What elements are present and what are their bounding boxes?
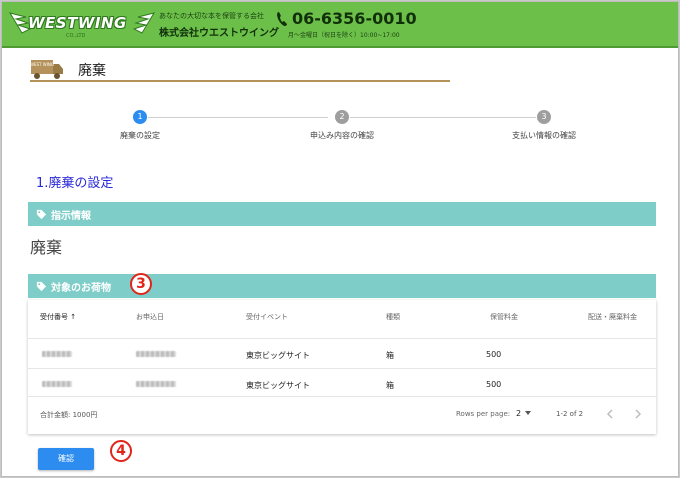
pagination-range: 1-2 of 2 <box>556 410 583 418</box>
cell-storage-fee: 500 <box>486 380 501 389</box>
annotation-4: 4 <box>110 440 132 462</box>
column-header-storage-fee[interactable]: 保管料金 <box>490 312 518 322</box>
cell-event: 東京ビッグサイト <box>246 350 310 361</box>
chevron-right-icon[interactable] <box>632 407 644 421</box>
column-header-delivery-fee[interactable]: 配送・廃棄料金 <box>588 312 637 322</box>
phone-number-text: 06-6356-0010 <box>292 9 417 28</box>
truck-icon: WEST WING <box>30 58 64 80</box>
rows-per-page-select[interactable]: 2 <box>516 409 521 418</box>
items-table: 受付番号 ↑ お申込日 受付イベント 種類 保管料金 配送・廃棄料金 東京ビッグ… <box>28 300 656 434</box>
company-tagline: あなたの大切な本を保管する会社 <box>159 11 279 21</box>
site-header: WESTWING CO.,LTD あなたの大切な本を保管する会社 株式会社ウエス… <box>2 2 679 48</box>
logo-sub: CO.,LTD <box>66 33 85 39</box>
progress-stepper: 1 廃棄の設定 2 申込み内容の確認 3 支払い情報の確認 <box>2 110 679 150</box>
redacted-apply-date <box>136 351 176 357</box>
step-label: 廃棄の設定 <box>98 130 182 141</box>
table-row[interactable]: 東京ビッグサイト 箱 500 <box>28 338 656 368</box>
column-header-apply-date[interactable]: お申込日 <box>136 312 164 322</box>
annotation-3: 3 <box>130 273 152 295</box>
table-header: 受付番号 ↑ お申込日 受付イベント 種類 保管料金 配送・廃棄料金 <box>28 312 656 328</box>
page-title: 廃棄 <box>78 60 106 80</box>
items-bar: 対象のお荷物 <box>28 274 656 298</box>
total-amount: 合計金額: 1000円 <box>40 410 97 420</box>
company-block: あなたの大切な本を保管する会社 株式会社ウエストウイング <box>159 11 279 39</box>
sort-arrow-icon: ↑ <box>70 313 76 321</box>
step-number: 3 <box>537 110 551 124</box>
column-header-receipt-no[interactable]: 受付番号 ↑ <box>40 312 76 322</box>
business-hours: 月～金曜日（祝日を除く）10:00~17:00 <box>288 30 417 39</box>
step-label: 申込み内容の確認 <box>290 130 394 141</box>
instruction-bar: 指示情報 <box>28 202 656 226</box>
instruction-bar-label: 指示情報 <box>51 207 91 222</box>
redacted-receipt-no <box>42 381 72 387</box>
chevron-left-icon[interactable] <box>604 407 616 421</box>
phone-icon <box>276 11 288 27</box>
instruction-value: 廃棄 <box>30 234 62 258</box>
phone-number: 06-6356-0010 <box>276 9 417 28</box>
step-2: 2 申込み内容の確認 <box>290 110 394 141</box>
page-title-bar: WEST WING 廃棄 <box>30 56 450 82</box>
redacted-apply-date <box>136 381 176 387</box>
step-number: 2 <box>335 110 349 124</box>
step-label: 支払い情報の確認 <box>492 130 596 141</box>
step-number: 1 <box>133 110 147 124</box>
app-frame: WESTWING CO.,LTD あなたの大切な本を保管する会社 株式会社ウエス… <box>1 1 679 477</box>
cell-storage-fee: 500 <box>486 350 501 359</box>
redacted-receipt-no <box>42 351 72 357</box>
cell-event: 東京ビッグサイト <box>246 380 310 391</box>
tag-icon <box>36 281 47 292</box>
confirm-button[interactable]: 確認 <box>38 448 94 470</box>
table-footer: 合計金額: 1000円 Rows per page: 2 1-2 of 2 <box>28 396 656 434</box>
caret-down-icon[interactable] <box>525 411 531 415</box>
westwing-logo[interactable]: WESTWING CO.,LTD <box>8 7 156 41</box>
cell-type: 箱 <box>386 350 394 361</box>
section-heading: 1.廃棄の設定 <box>36 172 113 191</box>
truck-label: WEST WING <box>30 62 54 67</box>
table-row[interactable]: 東京ビッグサイト 箱 500 <box>28 368 656 398</box>
step-3: 3 支払い情報の確認 <box>492 110 596 141</box>
rows-per-page-label: Rows per page: <box>456 410 510 418</box>
logo-text: WESTWING <box>28 14 127 32</box>
column-header-type[interactable]: 種類 <box>386 312 400 322</box>
items-bar-label: 対象のお荷物 <box>51 279 111 294</box>
phone-block: 06-6356-0010 月～金曜日（祝日を除く）10:00~17:00 <box>276 9 417 39</box>
column-header-event[interactable]: 受付イベント <box>246 312 288 322</box>
company-name: 株式会社ウエストウイング <box>159 24 279 39</box>
tag-icon <box>36 209 47 220</box>
step-1: 1 廃棄の設定 <box>98 110 182 141</box>
cell-type: 箱 <box>386 380 394 391</box>
